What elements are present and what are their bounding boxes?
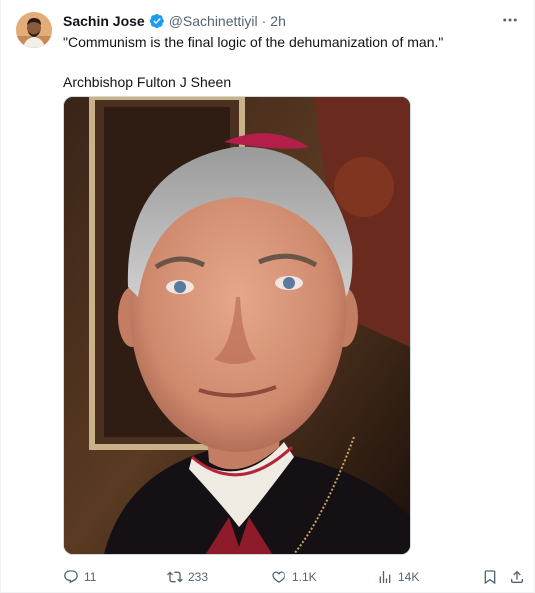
retweet-button[interactable]: 233 — [167, 567, 208, 587]
heart-icon — [272, 571, 285, 583]
separator-dot: · — [261, 13, 267, 29]
share-icon — [511, 570, 523, 583]
author-handle[interactable]: @Sachinettiyil — [169, 13, 258, 29]
tweet-photo[interactable] — [63, 96, 411, 555]
retweet-count: 233 — [188, 570, 209, 584]
share-button[interactable] — [509, 567, 525, 587]
verified-badge-icon[interactable] — [149, 13, 165, 29]
tweet-actions: 11 233 1.1K 14K — [63, 567, 525, 587]
bookmark-button[interactable] — [482, 567, 498, 587]
views-count: 14K — [398, 570, 420, 584]
author-name[interactable]: Sachin Jose — [63, 13, 145, 29]
bookmark-icon — [484, 570, 496, 585]
retweet-icon — [167, 571, 183, 583]
tweet-timestamp[interactable]: 2h — [270, 13, 286, 29]
avatar[interactable] — [16, 12, 52, 48]
tweet-card[interactable]: Sachin Jose @Sachinettiyil · 2h "Communi… — [0, 0, 535, 593]
like-button[interactable]: 1.1K — [271, 567, 317, 587]
tweet-text: "Communism is the final logic of the deh… — [63, 32, 513, 92]
views-chart-icon — [379, 571, 391, 583]
views-button[interactable]: 14K — [377, 567, 419, 587]
more-horizontal-icon[interactable] — [500, 10, 520, 30]
reply-icon — [64, 570, 78, 584]
tweet-header: Sachin Jose @Sachinettiyil · 2h — [63, 11, 286, 31]
reply-button[interactable]: 11 — [63, 567, 96, 587]
like-count: 1.1K — [292, 570, 317, 584]
reply-count: 11 — [84, 570, 97, 584]
tweet-attribution: Archbishop Fulton J Sheen — [63, 74, 232, 90]
tweet-quote: "Communism is the final logic of the deh… — [63, 34, 444, 50]
